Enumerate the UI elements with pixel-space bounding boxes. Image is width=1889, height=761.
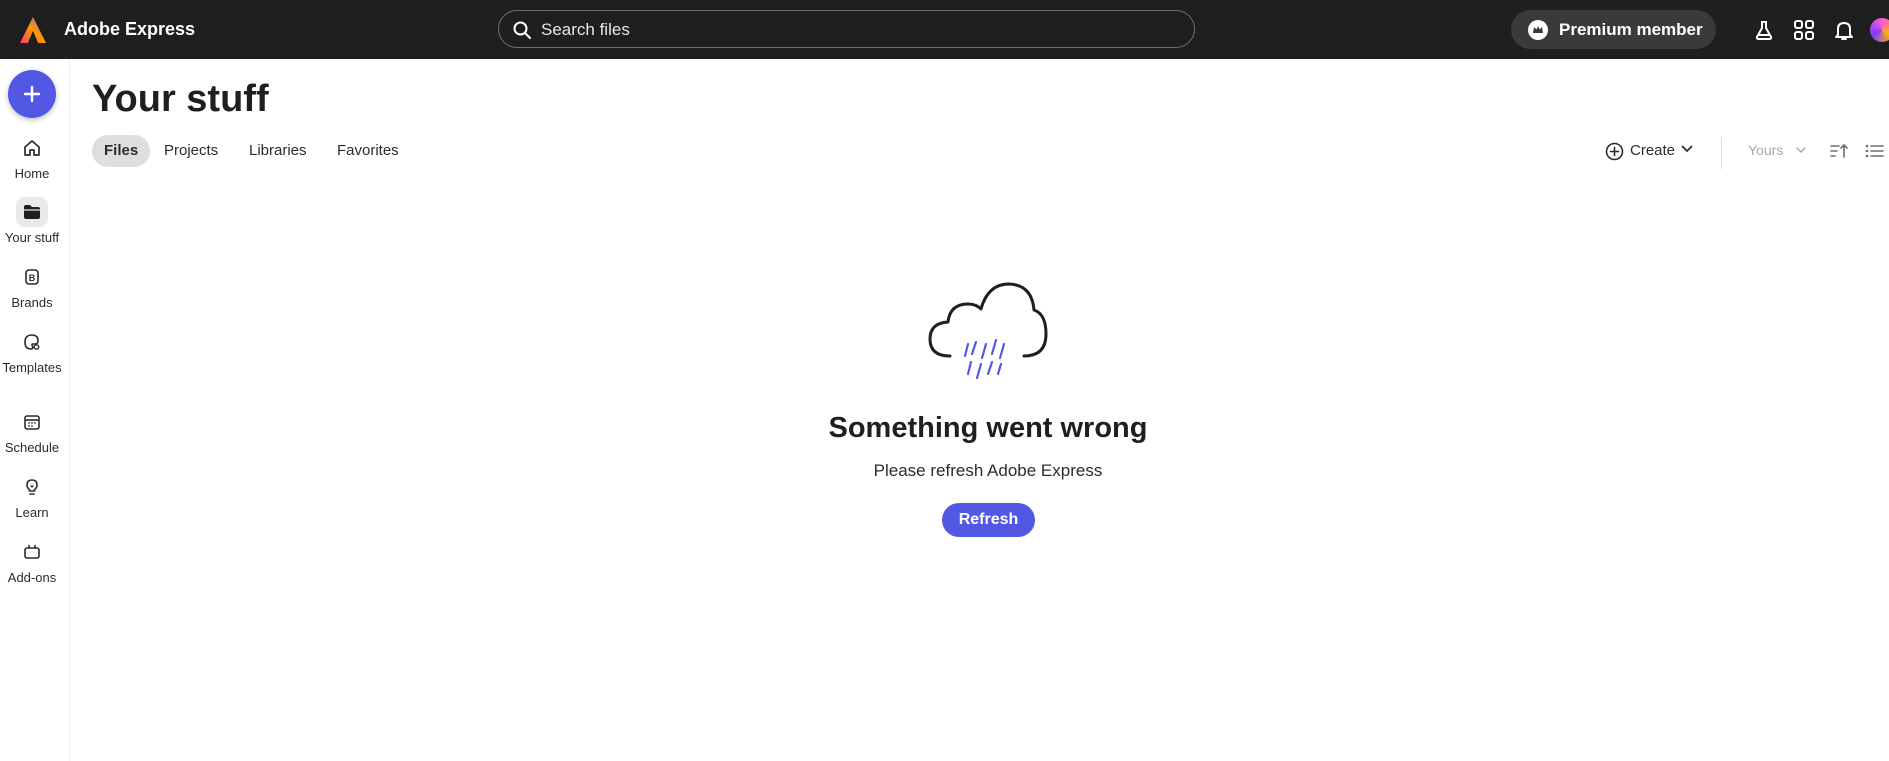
notifications-bell-icon[interactable] [1832, 18, 1856, 42]
sort-icon[interactable] [1829, 141, 1849, 161]
create-new-button[interactable] [8, 70, 56, 118]
tab-projects[interactable]: Projects [152, 135, 230, 167]
user-avatar[interactable] [1868, 16, 1889, 44]
owner-filter-dropdown[interactable]: Yours [1748, 142, 1806, 158]
rail-item-label: Learn [15, 505, 49, 520]
tab-favorites[interactable]: Favorites [325, 135, 411, 167]
folder-icon [16, 197, 48, 227]
rail-item-templates[interactable]: Templates [0, 327, 64, 375]
rail-item-label: Templates [2, 360, 62, 375]
premium-member-button[interactable]: Premium member [1511, 10, 1716, 49]
error-title: Something went wrong [828, 412, 1148, 444]
brand-icon: B [16, 262, 48, 292]
tab-libraries[interactable]: Libraries [237, 135, 319, 167]
rain-cloud-icon [928, 282, 1048, 380]
rail-item-label: Brands [11, 295, 53, 310]
chevron-down-icon [1681, 145, 1693, 153]
search-input[interactable] [539, 17, 1183, 43]
templates-icon [16, 327, 48, 357]
rail-item-home[interactable]: Home [0, 133, 64, 181]
app-name[interactable]: Adobe Express [64, 18, 195, 40]
apps-grid-icon[interactable] [1792, 18, 1816, 42]
labs-beaker-icon[interactable] [1752, 18, 1776, 42]
svg-text:B: B [29, 273, 36, 283]
rail-item-label: Add-ons [7, 570, 57, 585]
adobe-express-logo-icon[interactable] [19, 16, 47, 44]
top-bar: Adobe Express Premium member [0, 0, 1889, 59]
error-message: Please refresh Adobe Express [873, 461, 1103, 480]
rail-item-label: Home [14, 166, 50, 181]
create-label: Create [1630, 142, 1676, 159]
rail-item-your-stuff[interactable]: Your stuff [0, 197, 64, 245]
rail-item-add-ons[interactable]: Add-ons [0, 537, 64, 585]
plus-icon [23, 85, 41, 103]
search-icon [513, 21, 531, 39]
home-icon [16, 133, 48, 163]
owner-filter-label: Yours [1748, 142, 1784, 158]
chevron-down-icon [1796, 147, 1806, 154]
rail-item-label: Your stuff [4, 230, 60, 245]
addons-icon [16, 537, 48, 567]
rail-item-brands[interactable]: B Brands [0, 262, 64, 310]
toolbar-divider [1721, 137, 1722, 169]
tab-files[interactable]: Files [92, 135, 151, 167]
plus-circle-icon [1605, 142, 1624, 161]
refresh-button[interactable]: Refresh [942, 503, 1035, 537]
crown-badge-icon [1528, 20, 1548, 40]
list-view-icon[interactable] [1864, 141, 1884, 161]
page-title: Your stuff [92, 78, 269, 120]
search-bar[interactable] [498, 10, 1195, 48]
premium-member-label: Premium member [1559, 20, 1703, 39]
